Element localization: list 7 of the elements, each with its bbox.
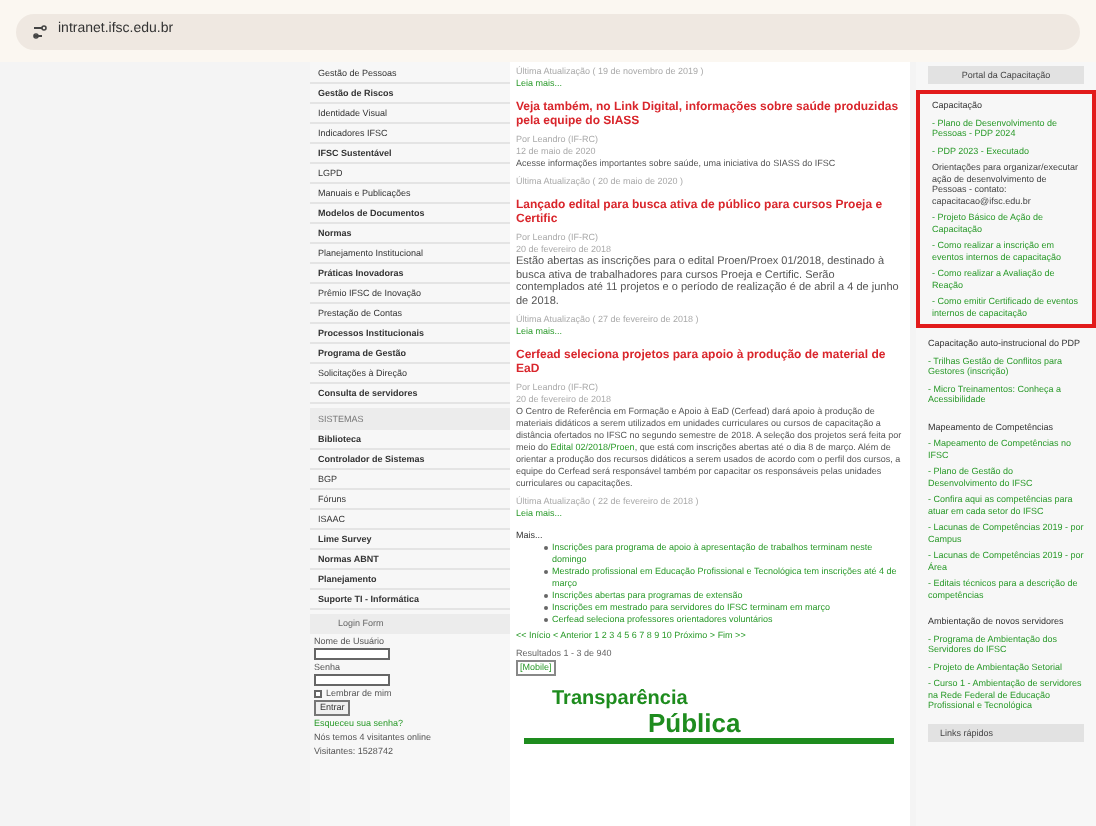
banner-title: Transparência: [552, 687, 690, 709]
banner-title: Pública: [648, 709, 743, 735]
transparency-banner[interactable]: Transparência Pública: [524, 684, 894, 744]
remember-checkbox[interactable]: [314, 689, 322, 697]
site-settings-icon[interactable]: [32, 23, 48, 39]
username-field[interactable]: [314, 648, 390, 660]
password-field[interactable]: [314, 674, 390, 686]
